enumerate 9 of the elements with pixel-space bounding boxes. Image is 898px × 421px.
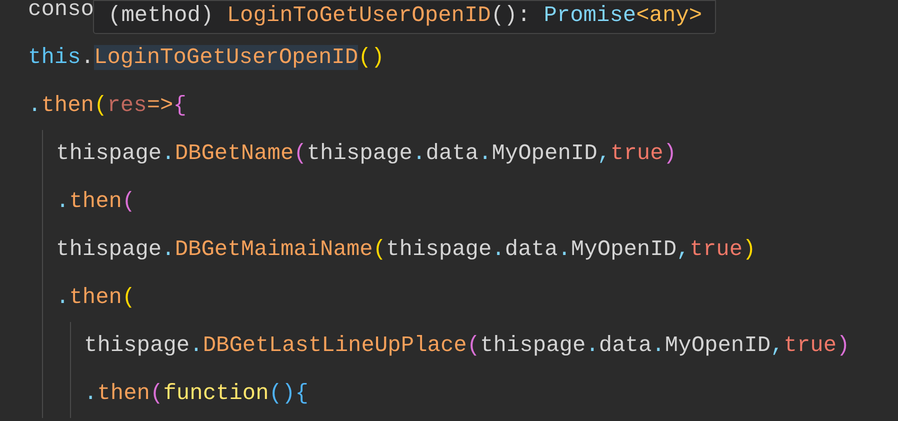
code-line: .then(res=>{ bbox=[28, 92, 186, 120]
code-line: conso bbox=[28, 0, 94, 24]
hover-tooltip: (method) LoginToGetUserOpenID(): Promise<any> bbox=[93, 0, 716, 34]
code-line: .then( bbox=[56, 188, 136, 216]
code-line: .then(function(){ bbox=[84, 380, 308, 408]
code-line: thispage.DBGetMaimaiName(thispage.data.MyOpenID,true) bbox=[56, 236, 756, 264]
code-line: .then( bbox=[56, 284, 136, 312]
code-line: thispage.DBGetLastLineUpPlace(thispage.data.MyOpenID,true) bbox=[84, 332, 850, 360]
code-line: thispage.DBGetName(thispage.data.MyOpenID,true) bbox=[56, 140, 677, 168]
